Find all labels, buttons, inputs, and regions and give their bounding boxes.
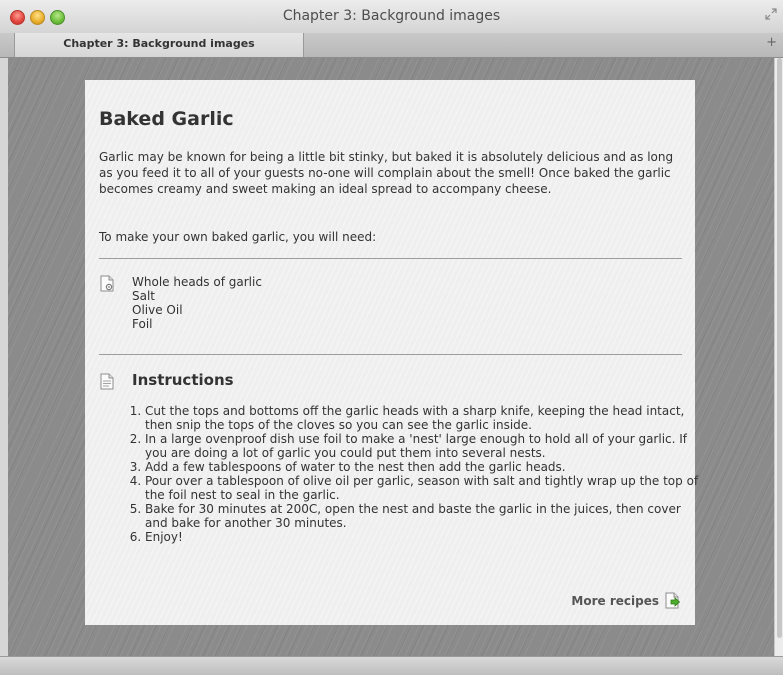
fullscreen-icon[interactable]: [765, 8, 777, 20]
status-bar: [0, 656, 783, 675]
ingredient-item: Foil: [132, 317, 153, 331]
tab-bar: Chapter 3: Background images +: [0, 33, 783, 58]
document-icon: [100, 373, 114, 390]
instruction-step: Add a few tablespoons of water to the ne…: [145, 460, 701, 474]
instruction-step: In a large ovenproof dish use foil to ma…: [145, 432, 701, 460]
ingredients-list: Whole heads of garlic Salt Olive Oil Foi…: [132, 275, 262, 331]
ingredient-item: Whole heads of garlic: [132, 275, 262, 289]
recipe-intro: Garlic may be known for being a little b…: [99, 150, 674, 196]
more-recipes-label[interactable]: More recipes: [571, 594, 659, 608]
document-gear-icon: [100, 275, 114, 292]
divider: [99, 354, 682, 355]
title-bar: Chapter 3: Background images: [0, 0, 783, 37]
window-title: Chapter 3: Background images: [282, 8, 501, 24]
instruction-step: Cut the tops and bottoms off the garlic …: [145, 404, 701, 432]
app-window: Chapter 3: Background images Chapter 3: …: [0, 0, 783, 675]
instructions-heading: Instructions: [132, 371, 234, 389]
more-recipes-link[interactable]: More recipes: [571, 592, 681, 609]
vertical-scrollbar[interactable]: [774, 58, 783, 656]
recipe-title: Baked Garlic: [99, 108, 234, 130]
scrollbar-thumb[interactable]: [777, 58, 782, 638]
instruction-step: Pour over a tablespoon of olive oil per …: [145, 474, 701, 502]
instruction-step: Enjoy!: [145, 530, 701, 544]
document-arrow-icon[interactable]: [665, 592, 681, 609]
ingredient-item: Salt: [132, 289, 156, 303]
instruction-step: Bake for 30 minutes at 200C, open the ne…: [145, 502, 701, 530]
ingredients-lead: To make your own baked garlic, you will …: [99, 230, 377, 244]
new-tab-icon[interactable]: +: [766, 35, 777, 50]
tab-chapter-3[interactable]: Chapter 3: Background images: [14, 33, 304, 57]
instructions-list: Cut the tops and bottoms off the garlic …: [125, 404, 701, 544]
divider: [99, 258, 682, 259]
ingredient-item: Olive Oil: [132, 303, 183, 317]
recipe-card: Baked Garlic Garlic may be known for bei…: [85, 80, 698, 625]
